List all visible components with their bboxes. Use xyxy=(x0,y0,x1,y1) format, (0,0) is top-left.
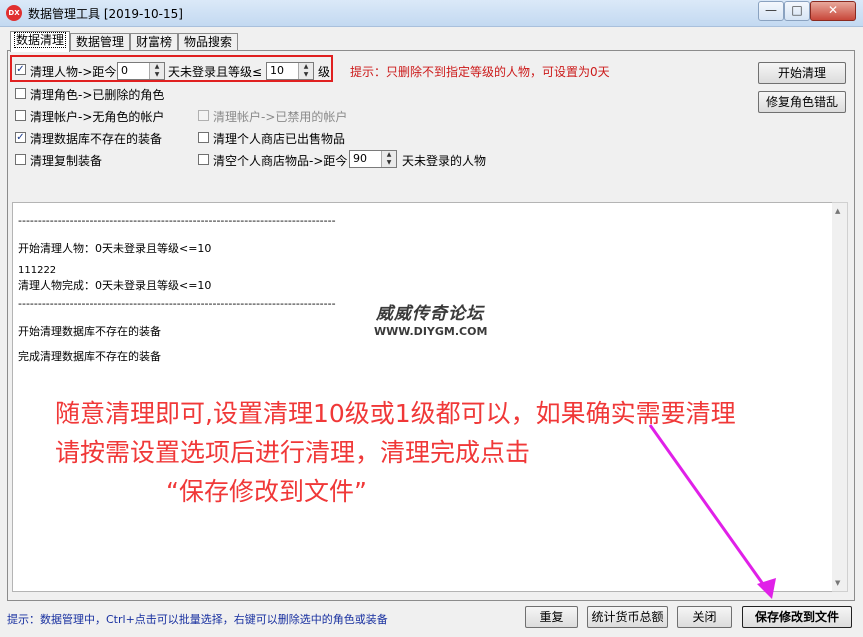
reset-button[interactable]: 重复 xyxy=(525,606,578,628)
tab-data-clean[interactable]: 数据清理 xyxy=(10,31,70,52)
annotation-arrow-icon xyxy=(648,424,776,599)
tab-label: 数据清理 xyxy=(13,32,66,48)
status-hint: 提示：数据管理中，Ctrl+点击可以批量选择，右键可以删除选中的角色或装备 xyxy=(7,613,388,626)
stats-currency-button[interactable]: 统计货币总额 xyxy=(587,606,668,628)
close-button[interactable]: 关闭 xyxy=(677,606,732,628)
save-to-file-button[interactable]: 保存修改到文件 xyxy=(742,606,852,628)
